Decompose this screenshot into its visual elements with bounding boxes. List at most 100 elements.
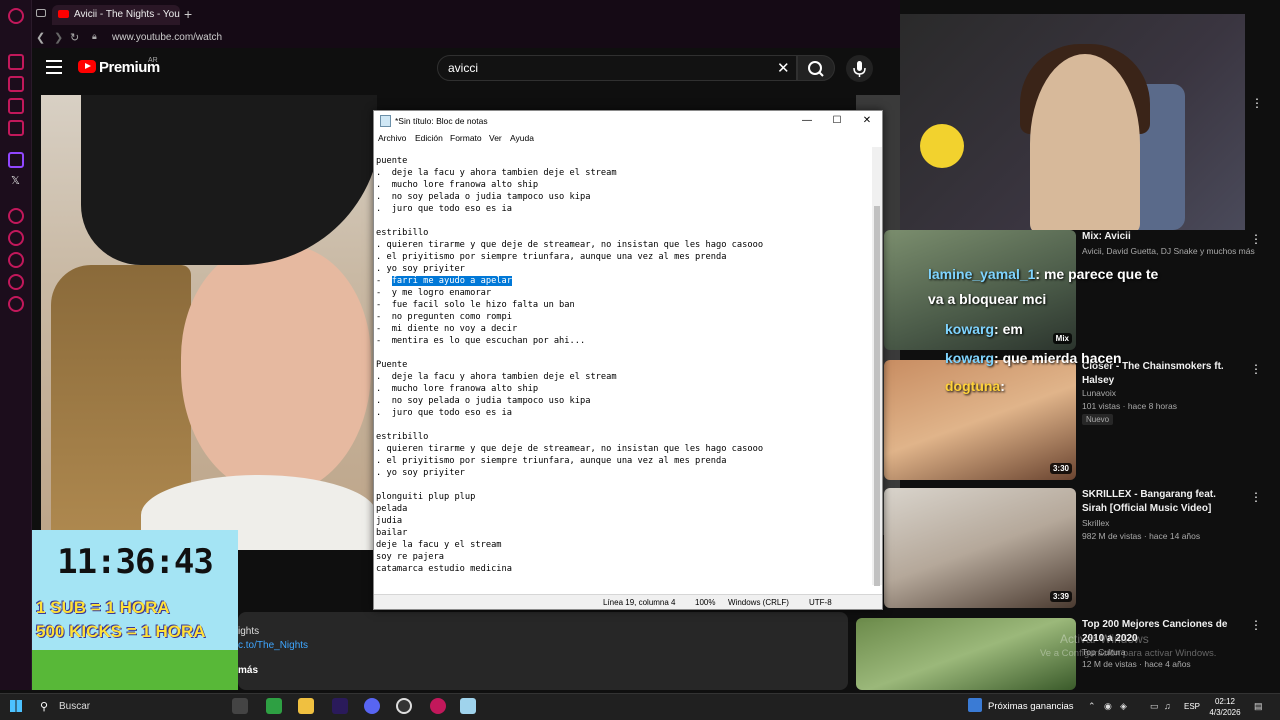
notepad-text-area[interactable]: puente . deje la facu y ahora tambien de… <box>376 155 872 585</box>
menu-ver[interactable]: Ver <box>489 133 502 143</box>
discord-icon[interactable] <box>364 698 380 714</box>
sidebar-app-icon[interactable] <box>8 54 24 70</box>
search-icon <box>808 61 824 77</box>
sidebar-app-icon[interactable] <box>8 274 24 290</box>
sidebar-app-icon[interactable] <box>8 208 24 224</box>
back-icon[interactable]: ❮ <box>36 31 45 44</box>
streamer-webcam <box>900 14 1245 230</box>
search-icon[interactable]: ⚲ <box>40 700 48 713</box>
lyrics-text: puente . deje la facu y ahora tambien de… <box>376 156 764 274</box>
description-link[interactable]: c.to/The_Nights <box>238 640 308 651</box>
stream-timer: 11:36:43 <box>57 542 214 582</box>
workspaces-icon[interactable] <box>36 9 46 17</box>
clock[interactable]: 02:12 4/3/2026 <box>1205 696 1245 718</box>
overlay-kicks-rule: 500 KICKS = 1 HORA <box>36 622 206 641</box>
scrollbar-thumb[interactable] <box>874 206 880 586</box>
recommendation-thumbnail[interactable]: 3:39 <box>884 488 1076 608</box>
menu-archivo[interactable]: Archivo <box>378 133 406 143</box>
close-button[interactable]: ✕ <box>852 113 882 129</box>
country-code: AR <box>148 57 158 64</box>
menu-formato[interactable]: Formato <box>450 133 482 143</box>
show-more-button[interactable]: más <box>238 665 258 676</box>
chat-username: kowarg <box>945 321 995 337</box>
app-icon[interactable] <box>266 698 282 714</box>
video-player[interactable] <box>41 95 377 550</box>
recommendation-item[interactable]: 3:30 Closer - The Chainsmokers ft. Halse… <box>884 360 1262 486</box>
notepad-taskbar-icon[interactable] <box>460 698 476 714</box>
more-options-icon[interactable]: ⋮ <box>1250 490 1262 504</box>
news-widget[interactable]: Próximas ganancias <box>988 701 1074 712</box>
more-options-icon[interactable]: ⋮ <box>1250 618 1262 632</box>
chat-message: kowarg: em <box>945 321 1023 337</box>
recommendation-item[interactable]: 3:39 SKRILLEX - Bangarang feat. Sirah [O… <box>884 488 1262 614</box>
lyrics-text: - y me logro enamorar - fue facil solo l… <box>376 288 764 574</box>
overlay-sub-rule: 1 SUB = 1 HORA <box>36 598 170 617</box>
task-view-icon[interactable] <box>232 698 248 714</box>
network-icon[interactable]: ▭ <box>1150 701 1159 712</box>
tray-app-icon[interactable]: ◈ <box>1120 701 1127 712</box>
more-options-icon[interactable]: ⋮ <box>1250 362 1262 376</box>
recommendation-title[interactable]: Mix: Avicii <box>1082 230 1242 244</box>
recommendation-stats: 982 M de vistas · hace 14 años <box>1082 531 1201 541</box>
notepad-window[interactable]: *Sin título: Bloc de notas — ☐ ✕ Archivo… <box>373 110 883 610</box>
voice-search-button[interactable] <box>846 55 873 82</box>
sidebar-app-icon[interactable] <box>8 230 24 246</box>
twitch-icon[interactable] <box>8 152 24 168</box>
clock-date: 4/3/2026 <box>1209 708 1241 717</box>
sidebar-app-icon[interactable] <box>8 120 24 136</box>
lyrics-text: - <box>376 276 392 286</box>
settings-icon[interactable] <box>8 296 24 312</box>
recommendation-title[interactable]: SKRILLEX - Bangarang feat. Sirah [Offici… <box>1082 488 1242 516</box>
chat-username: dogtuna <box>945 378 1001 394</box>
sidebar-app-icon[interactable] <box>8 76 24 92</box>
opera-logo-icon[interactable] <box>8 8 24 24</box>
activate-windows-title: Activar Windows <box>1060 632 1149 646</box>
obs-icon[interactable] <box>396 698 412 714</box>
menu-edicion[interactable]: Edición <box>415 133 443 143</box>
video-frame-cap <box>81 95 377 265</box>
search-button[interactable] <box>797 55 835 81</box>
encoding: UTF-8 <box>809 598 832 607</box>
history-icon[interactable] <box>8 252 24 268</box>
news-widget-icon[interactable] <box>968 698 982 712</box>
reload-icon[interactable]: ↻ <box>70 31 79 44</box>
premiere-icon[interactable] <box>332 698 348 714</box>
video-description[interactable] <box>238 612 848 690</box>
input-language[interactable]: ESP <box>1184 702 1200 711</box>
x-icon[interactable]: 𝕏 <box>11 174 20 187</box>
windows-start-icon[interactable] <box>10 700 22 712</box>
recommendation-channel: Lunavoix <box>1082 388 1117 398</box>
new-tab-button[interactable]: + <box>184 6 192 22</box>
chat-text: va a bloquear mci <box>928 291 1047 307</box>
chat-text: : que mierda hacen <box>994 350 1122 366</box>
menu-ayuda[interactable]: Ayuda <box>510 133 534 143</box>
chat-message: va a bloquear mci <box>928 291 1046 307</box>
volume-icon[interactable]: ♫ <box>1164 701 1171 711</box>
taskbar-search[interactable]: Buscar <box>59 701 90 712</box>
file-explorer-icon[interactable] <box>298 698 314 714</box>
clear-search-icon[interactable]: ✕ <box>777 59 790 77</box>
chat-username: kowarg <box>945 350 995 366</box>
tab-youtube[interactable]: Avicii - The Nights - YouTu <box>52 5 180 25</box>
search-input-value[interactable]: avicci <box>448 61 478 75</box>
opera-icon[interactable] <box>430 698 446 714</box>
search-input[interactable] <box>437 55 797 81</box>
more-options-icon[interactable]: ⋮ <box>1251 96 1263 110</box>
sidebar-app-icon[interactable] <box>8 98 24 114</box>
mix-badge: Mix <box>1052 333 1072 344</box>
more-options-icon[interactable]: ⋮ <box>1250 232 1262 246</box>
notifications-icon[interactable]: ▤ <box>1254 701 1263 712</box>
webcam-person <box>1030 54 1140 230</box>
forward-icon[interactable]: ❯ <box>54 31 63 44</box>
hamburger-menu-icon[interactable] <box>46 60 62 74</box>
lock-icon: 🔒︎ <box>92 31 97 41</box>
maximize-button[interactable]: ☐ <box>822 113 852 129</box>
minimize-button[interactable]: — <box>792 113 822 129</box>
chat-text: : me parece que te <box>1035 266 1159 282</box>
url-field[interactable]: www.youtube.com/watch <box>112 32 222 43</box>
tray-chevron-icon[interactable]: ⌃ <box>1088 701 1096 712</box>
youtube-logo-icon[interactable] <box>78 60 96 73</box>
tray-app-icon[interactable]: ◉ <box>1104 701 1112 712</box>
overlay-ground <box>32 650 238 690</box>
duration-badge: 3:30 <box>1049 463 1072 474</box>
